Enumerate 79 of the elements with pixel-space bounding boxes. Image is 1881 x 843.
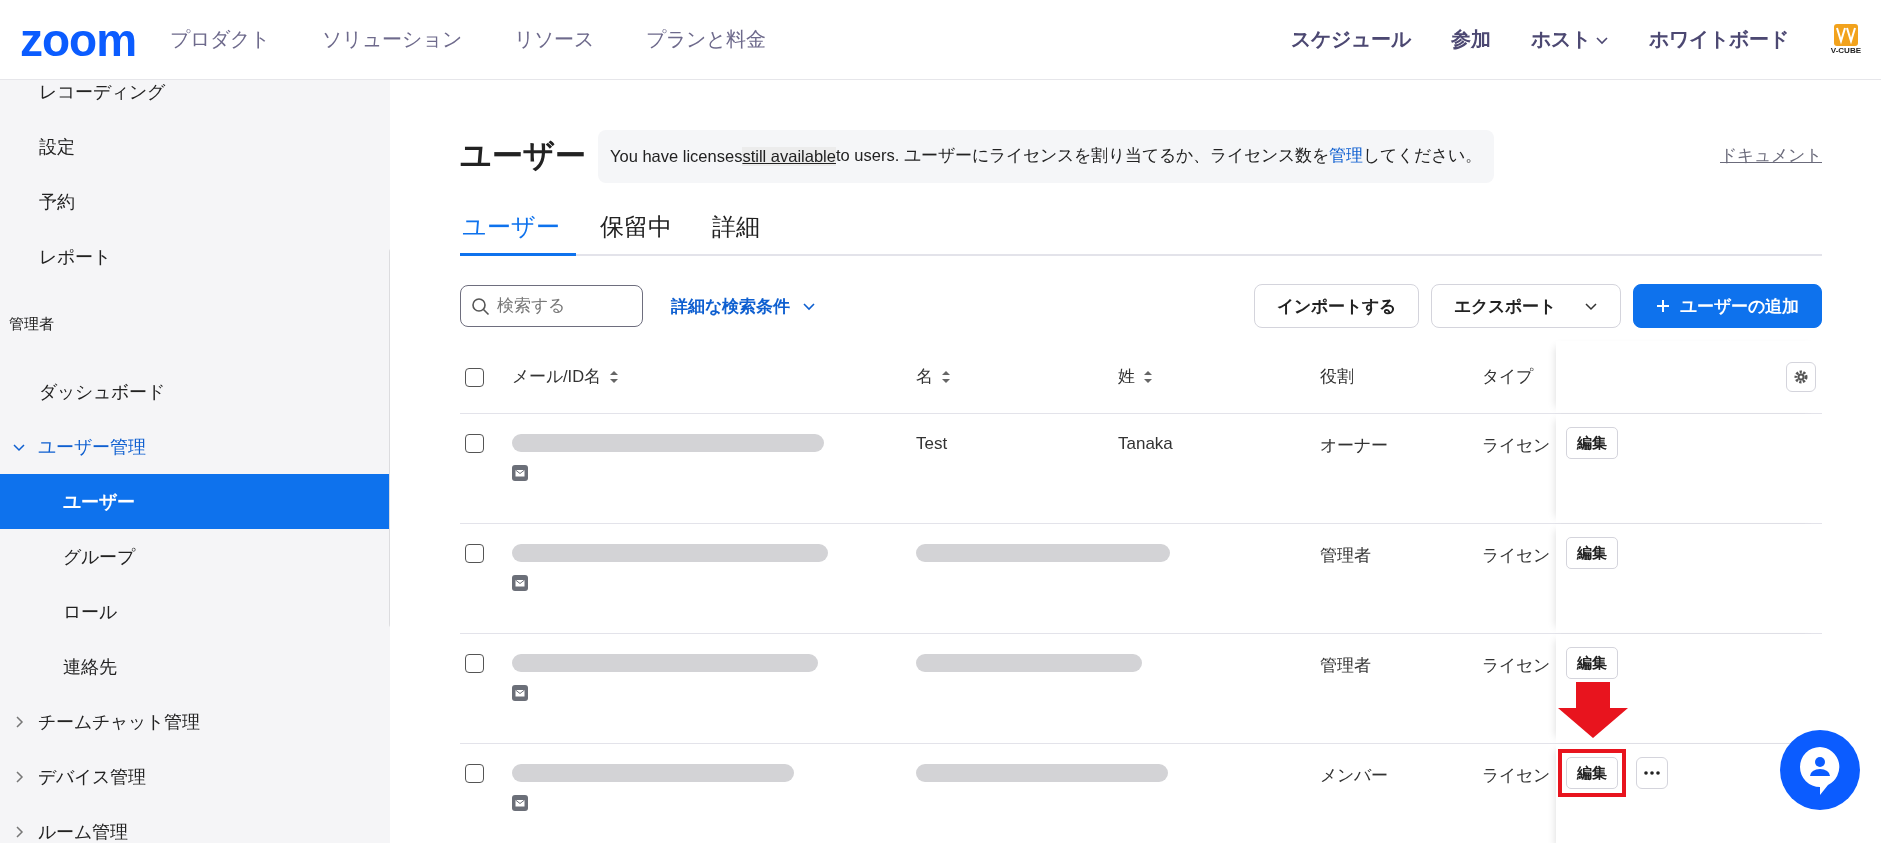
- sidebar-group[interactable]: ルーム管理: [0, 804, 390, 843]
- nav-link[interactable]: リソース: [514, 26, 595, 53]
- sidebar-item[interactable]: 設定: [0, 119, 390, 174]
- sort-icon[interactable]: [941, 370, 951, 384]
- nav-link[interactable]: スケジュール: [1290, 26, 1411, 53]
- annotation-arrow: [1558, 682, 1628, 738]
- table-cell-text: ライセン: [1482, 765, 1551, 787]
- checkbox[interactable]: [465, 367, 484, 387]
- checkbox[interactable]: [465, 654, 484, 673]
- notice-link[interactable]: still available: [742, 146, 836, 166]
- tab[interactable]: 詳細: [710, 200, 776, 256]
- search-icon: [471, 297, 490, 316]
- sidebar-item[interactable]: グループ: [0, 529, 390, 584]
- sidebar-item[interactable]: ダッシュボード: [0, 364, 390, 419]
- export-button[interactable]: エクスポート: [1431, 284, 1621, 328]
- settings-button[interactable]: [1786, 362, 1816, 392]
- sidebar-group[interactable]: ユーザー管理: [0, 419, 390, 474]
- nav-link[interactable]: 参加: [1450, 26, 1491, 53]
- documentation-link[interactable]: ドキュメント: [1720, 145, 1822, 167]
- chevron-down-icon: [1584, 300, 1598, 312]
- checkbox[interactable]: [465, 764, 484, 783]
- cube-icon: [1831, 24, 1860, 46]
- chevron-down-icon: [802, 300, 816, 312]
- sidebar-group[interactable]: チームチャット管理: [0, 694, 390, 749]
- table-cell-text: ライセン: [1482, 655, 1551, 677]
- nav-link[interactable]: ホスト: [1530, 26, 1609, 53]
- table-cell-text: オーナー: [1320, 435, 1389, 457]
- table-cell-text: ライセン: [1482, 435, 1551, 457]
- checkbox[interactable]: [465, 544, 484, 563]
- sidebar-group[interactable]: デバイス管理: [0, 749, 390, 804]
- column-header: タイプ: [1482, 366, 1533, 387]
- section-label: 管理者: [8, 313, 55, 334]
- license-notice: You have licensesstill availableto users. ユーザーにライセンスを割り当てるか、ライセンス数を管理してください。: [598, 129, 1494, 183]
- column-header: 役割: [1320, 366, 1354, 387]
- tab[interactable]: ユーザー: [460, 200, 576, 256]
- edit-button[interactable]: 編集: [1566, 537, 1618, 569]
- plus-icon: [1656, 299, 1670, 313]
- nav-link[interactable]: プランと料金: [646, 26, 767, 53]
- nav-link[interactable]: プロダクト: [170, 26, 271, 53]
- sort-icon[interactable]: [1143, 370, 1153, 384]
- tab[interactable]: 保留中: [598, 200, 688, 256]
- sidebar-item[interactable]: ユーザー: [0, 474, 389, 529]
- import-button[interactable]: インポートする: [1254, 284, 1419, 328]
- gear-icon: [1793, 369, 1809, 385]
- column-header[interactable]: 姓: [1118, 366, 1135, 388]
- table-cell-text: 管理者: [1320, 655, 1372, 677]
- add-user-button[interactable]: ユーザーの追加: [1633, 284, 1822, 328]
- table-cell-text: メンバー: [1320, 765, 1389, 787]
- table-cell-text: 管理者: [1320, 545, 1372, 567]
- mail-icon: [512, 465, 528, 481]
- edit-button[interactable]: 編集: [1566, 427, 1618, 459]
- sidebar-item[interactable]: レポート: [0, 229, 390, 284]
- filter-link[interactable]: 詳細な検索条件: [671, 294, 816, 318]
- mail-icon: [512, 575, 528, 591]
- column-header[interactable]: メール/ID名: [512, 366, 602, 388]
- table-cell-text: Test: [916, 433, 949, 455]
- zoom-logo[interactable]: zoom: [20, 16, 137, 63]
- search-field[interactable]: 検索する: [460, 285, 643, 327]
- column-header[interactable]: 名: [916, 366, 933, 388]
- sidebar-item[interactable]: ロール: [0, 584, 390, 639]
- table-cell-text: Tanaka: [1118, 433, 1174, 455]
- sidebar-item[interactable]: レコーディング: [0, 80, 390, 119]
- ellipsis-icon: [1644, 771, 1660, 775]
- chat-icon: [1798, 745, 1842, 795]
- manage-link[interactable]: 管理: [1328, 145, 1363, 167]
- table-cell-text: ライセン: [1482, 545, 1551, 567]
- nav-link[interactable]: ホワイトボード: [1648, 26, 1789, 53]
- edit-button[interactable]: 編集: [1566, 647, 1618, 679]
- brand-logo: V-CUBE: [1830, 24, 1861, 55]
- sidebar-item[interactable]: 予約: [0, 174, 390, 229]
- more-button[interactable]: [1636, 757, 1668, 789]
- mail-icon: [512, 795, 528, 811]
- edit-button[interactable]: 編集: [1566, 757, 1618, 789]
- page-title: ユーザー: [460, 137, 586, 175]
- mail-icon: [512, 685, 528, 701]
- nav-link[interactable]: ソリューション: [322, 26, 463, 53]
- sort-icon[interactable]: [609, 370, 620, 384]
- checkbox[interactable]: [465, 434, 484, 453]
- sidebar-item[interactable]: 連絡先: [0, 639, 390, 694]
